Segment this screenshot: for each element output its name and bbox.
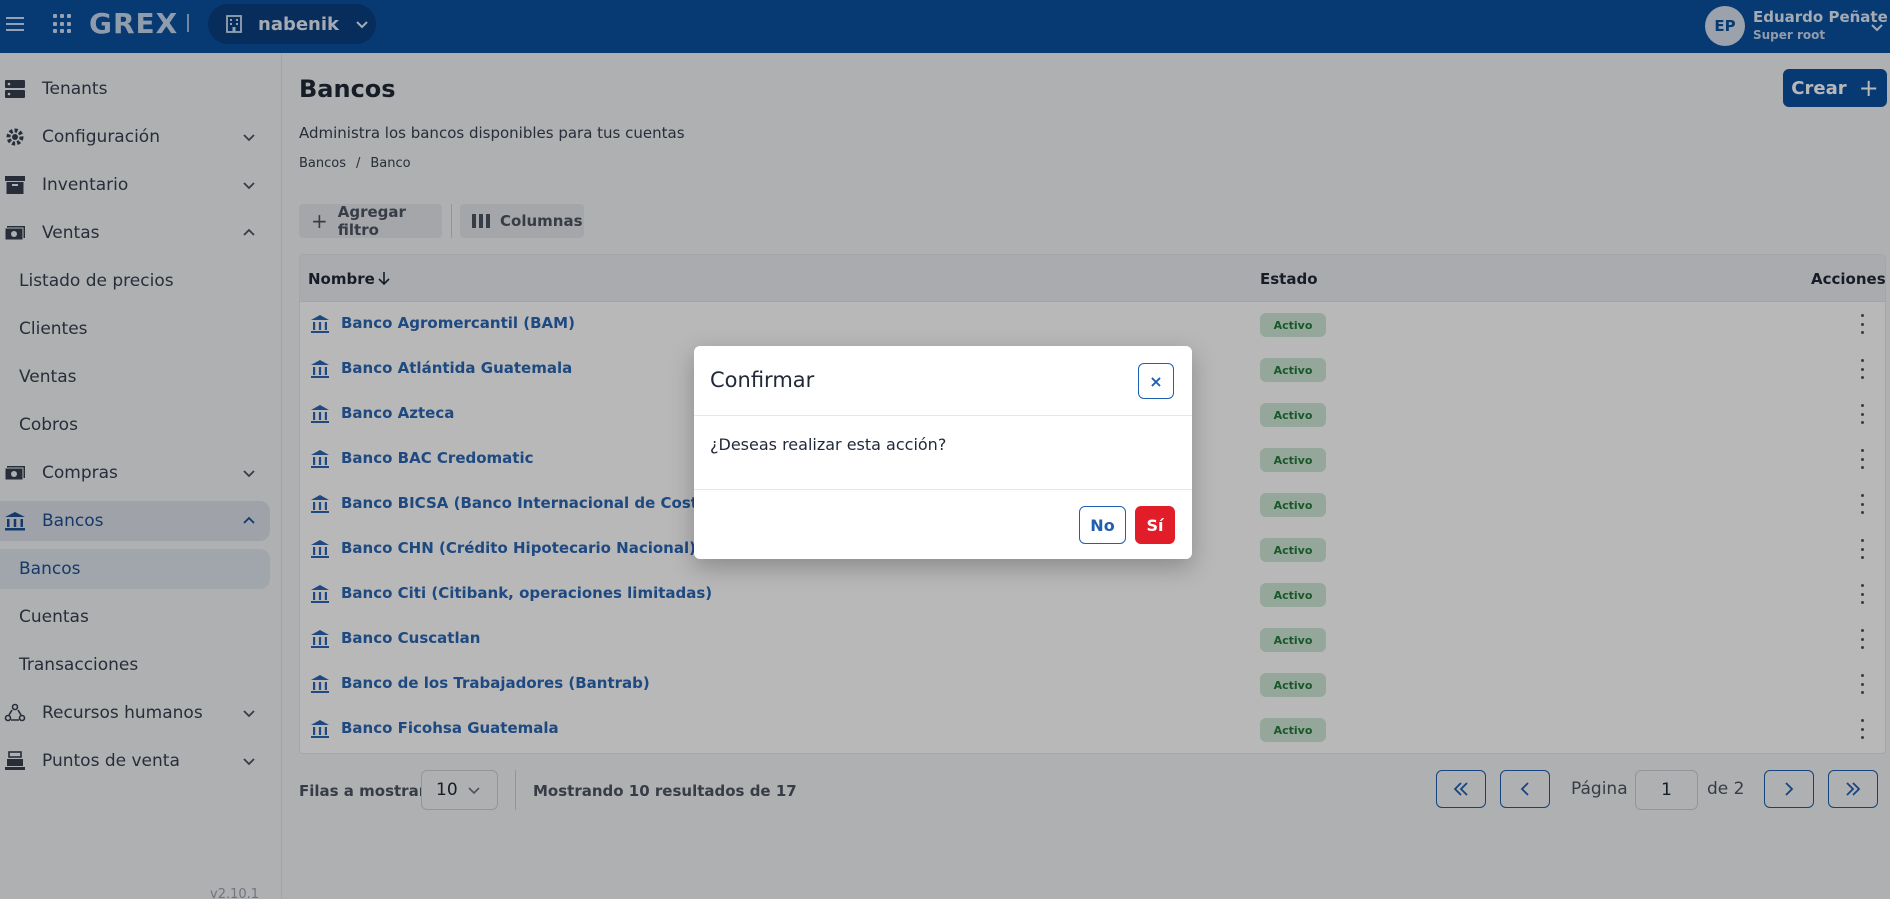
close-icon: × (1149, 371, 1163, 391)
confirm-dialog: Confirmar × ¿Deseas realizar esta acción… (694, 346, 1192, 559)
no-button[interactable]: No (1079, 506, 1126, 544)
yes-button[interactable]: Sí (1135, 506, 1175, 544)
dialog-title: Confirmar (710, 368, 815, 392)
dialog-header: Confirmar × (694, 346, 1192, 416)
dialog-footer: No Sí (694, 489, 1192, 559)
dialog-message: ¿Deseas realizar esta acción? (710, 435, 947, 454)
close-button[interactable]: × (1138, 363, 1174, 399)
